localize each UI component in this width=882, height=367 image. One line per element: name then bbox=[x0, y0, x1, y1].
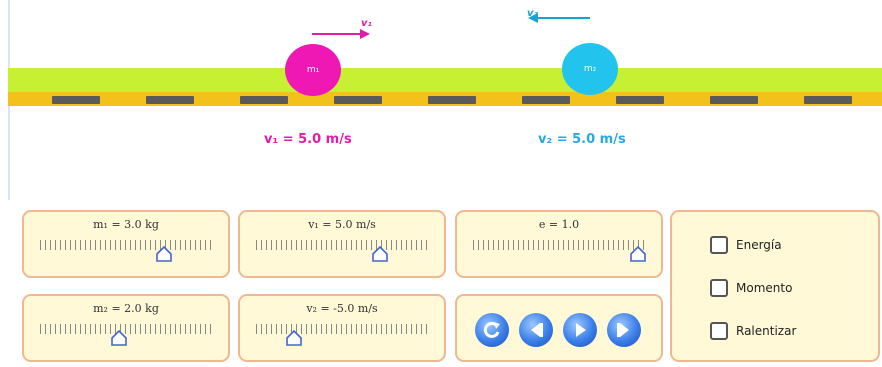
slider-track-m1[interactable] bbox=[40, 240, 212, 250]
slider-thumb-icon bbox=[286, 330, 302, 346]
slider-thumb-e[interactable] bbox=[630, 246, 646, 262]
ball-m1-label: m₁ bbox=[306, 65, 320, 75]
reset-button[interactable] bbox=[475, 313, 509, 347]
checkbox-momento[interactable] bbox=[710, 279, 728, 297]
slider-thumb-m2[interactable] bbox=[111, 330, 127, 346]
checkbox-ralentizar[interactable] bbox=[710, 322, 728, 340]
ball-m1[interactable]: m₁ bbox=[285, 44, 341, 96]
option-label-momento: Momento bbox=[736, 281, 793, 295]
slider-track-e[interactable] bbox=[473, 240, 645, 250]
slider-label-v1: v₁ = 5.0 m/s bbox=[308, 218, 376, 231]
rail-slot bbox=[428, 96, 476, 104]
velocity-readout-2: v₂ = 5.0 m/s bbox=[538, 132, 626, 147]
slider-thumb-v2[interactable] bbox=[286, 330, 302, 346]
ball-m2[interactable]: m₂ bbox=[562, 43, 618, 95]
rail-slot bbox=[334, 96, 382, 104]
play-button[interactable] bbox=[563, 313, 597, 347]
rail-slot bbox=[804, 96, 852, 104]
slider-panel-v2: v₂ = -5.0 m/s bbox=[238, 294, 446, 362]
rail-slot bbox=[146, 96, 194, 104]
slider-label-e: e = 1.0 bbox=[538, 218, 580, 231]
slider-thumb-icon bbox=[630, 246, 646, 262]
playback-controls bbox=[455, 294, 663, 362]
slider-thumb-icon bbox=[156, 246, 172, 262]
slider-track-v2[interactable] bbox=[256, 324, 428, 334]
rail-slot bbox=[240, 96, 288, 104]
ball-m2-label: m₂ bbox=[583, 64, 597, 74]
track-surface bbox=[8, 68, 882, 92]
velocity-vector-2-label: v₂ bbox=[527, 8, 538, 19]
slider-thumb-icon bbox=[111, 330, 127, 346]
velocity-readout-1: v₁ = 5.0 m/s bbox=[264, 132, 352, 147]
step-back-button[interactable] bbox=[519, 313, 553, 347]
slider-track-v1[interactable] bbox=[256, 240, 428, 250]
option-momento[interactable]: Momento bbox=[710, 279, 792, 297]
slider-thumb-icon bbox=[372, 246, 388, 262]
option-ralentizar[interactable]: Ralentizar bbox=[710, 322, 796, 340]
step-back-icon bbox=[531, 323, 543, 337]
step-forward-button[interactable] bbox=[607, 313, 641, 347]
option-label-energia: Energía bbox=[736, 238, 782, 252]
velocity-vector-1-label: v₁ bbox=[361, 18, 372, 29]
play-icon bbox=[576, 323, 586, 337]
slider-label-m2: m₂ = 2.0 kg bbox=[93, 302, 159, 315]
reset-icon bbox=[483, 321, 500, 338]
slider-label-v2: v₂ = -5.0 m/s bbox=[306, 302, 378, 315]
slider-panel-m2: m₂ = 2.0 kg bbox=[22, 294, 230, 362]
checkbox-energia[interactable] bbox=[710, 236, 728, 254]
simulation-stage: v₁ v₂ m₁ m₂ v₁ = 5.0 m/s v₂ = 5.0 m/s bbox=[0, 0, 882, 200]
options-panel: Energía Momento Ralentizar bbox=[670, 210, 880, 362]
slider-panel-m1: m₁ = 3.0 kg bbox=[22, 210, 230, 278]
slider-thumb-v1[interactable] bbox=[372, 246, 388, 262]
option-energia[interactable]: Energía bbox=[710, 236, 782, 254]
velocity-vector-1 bbox=[312, 28, 372, 40]
slider-label-m1: m₁ = 3.0 kg bbox=[93, 218, 159, 231]
rail-slot bbox=[616, 96, 664, 104]
rail-slot bbox=[52, 96, 100, 104]
rail-slot bbox=[710, 96, 758, 104]
slider-panel-e: e = 1.0 bbox=[455, 210, 663, 278]
option-label-ralentizar: Ralentizar bbox=[736, 324, 797, 338]
step-forward-icon bbox=[617, 323, 629, 337]
slider-thumb-m1[interactable] bbox=[156, 246, 172, 262]
rail-slot bbox=[522, 96, 570, 104]
slider-panel-v1: v₁ = 5.0 m/s bbox=[238, 210, 446, 278]
